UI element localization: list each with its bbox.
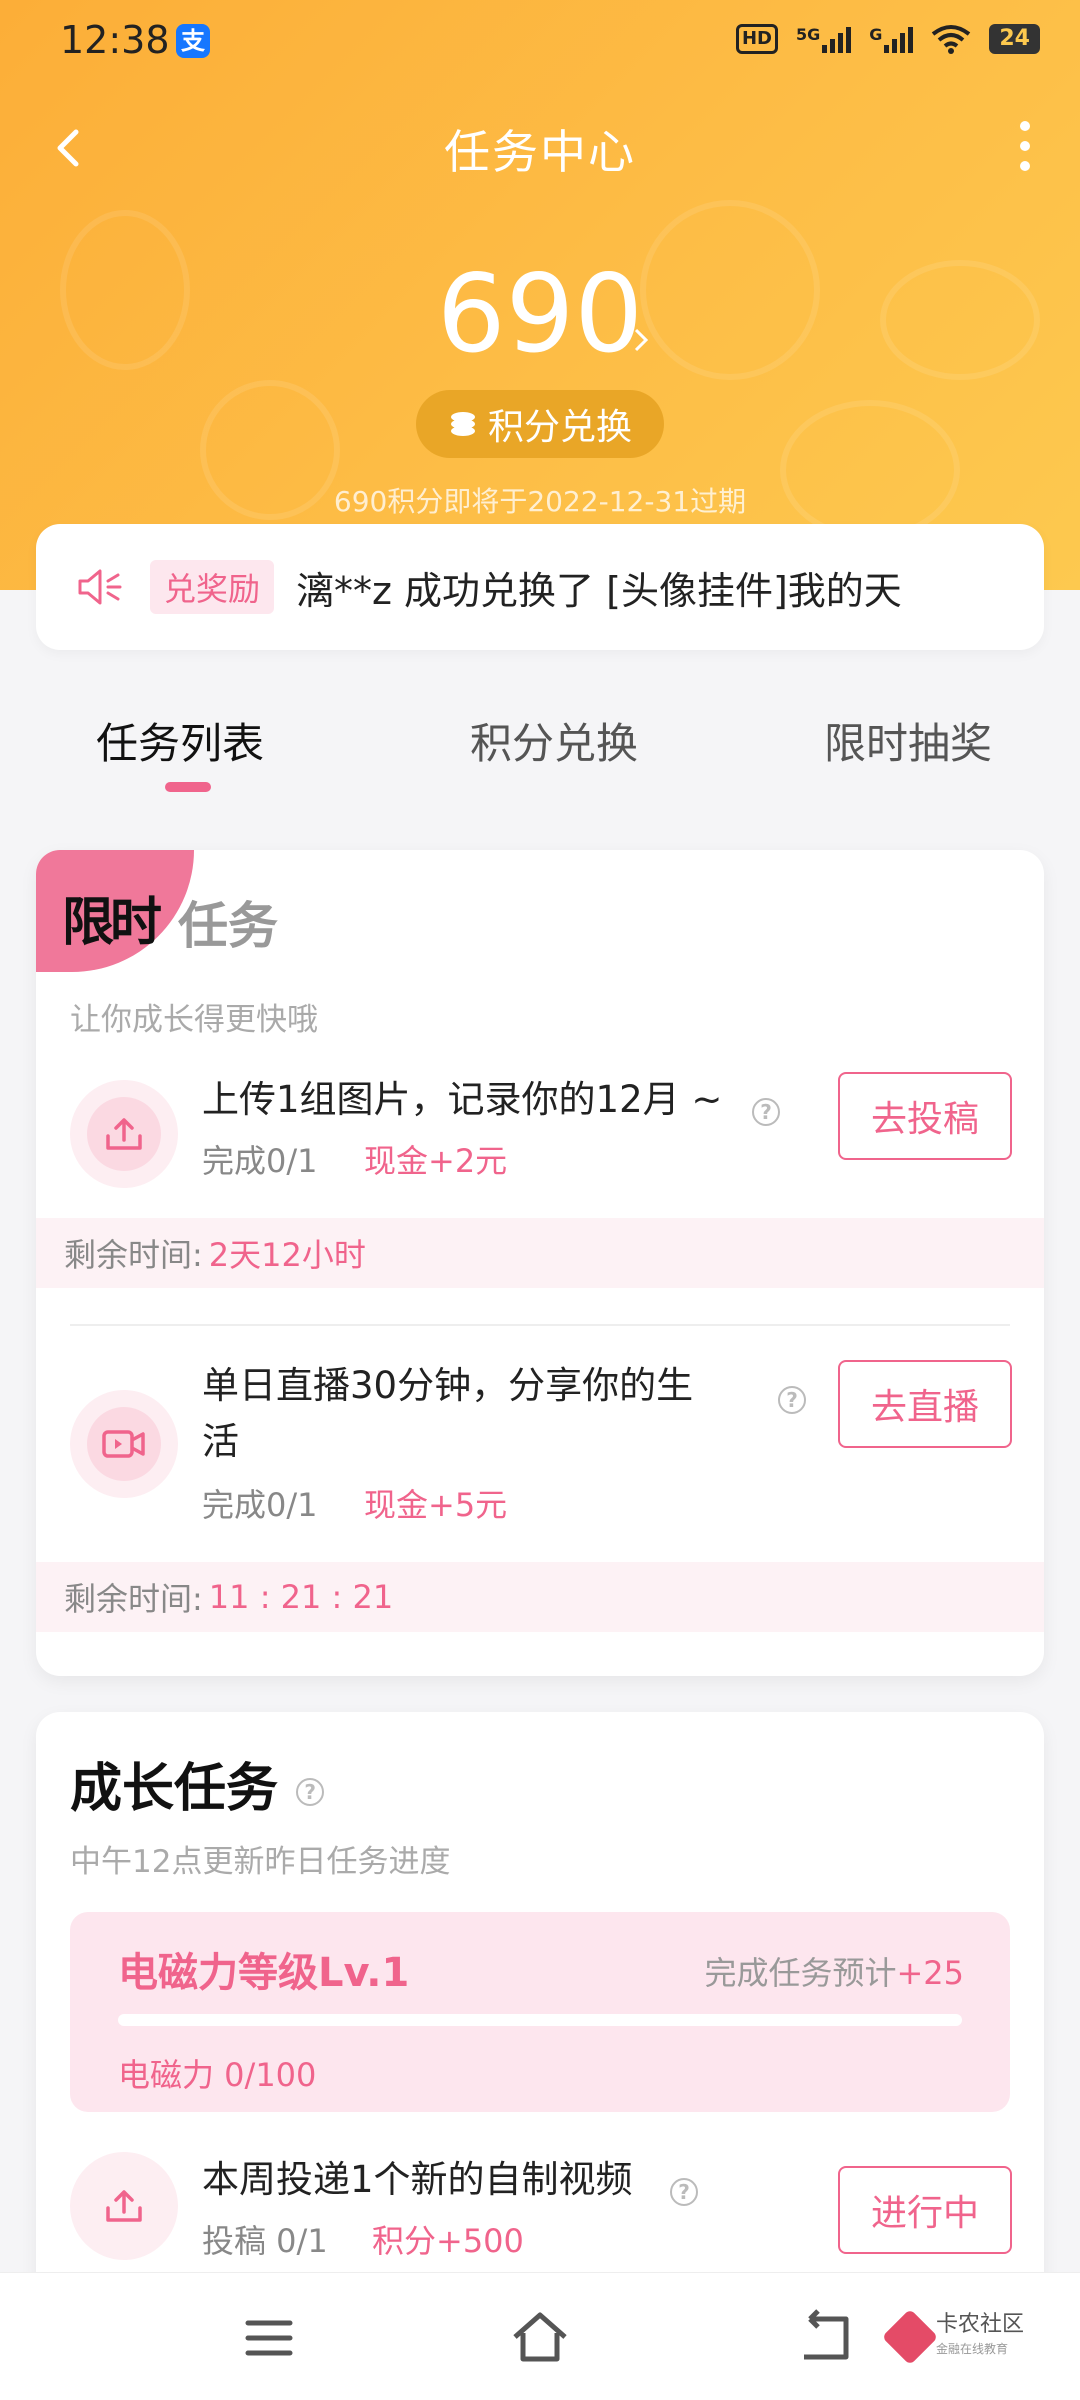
upload-icon bbox=[106, 1118, 142, 1150]
tab-indicator bbox=[165, 782, 211, 792]
task-reward: 积分+500 bbox=[372, 2222, 524, 2260]
status-bar: 12:38 支 HD 5G G 24 bbox=[0, 0, 1080, 86]
page-title: 任务中心 bbox=[444, 125, 636, 179]
hd-icon: HD bbox=[735, 24, 778, 54]
task-icon-upload bbox=[70, 2152, 178, 2260]
home-icon[interactable] bbox=[505, 2303, 575, 2373]
remaining-value: 2天12小时 bbox=[208, 1236, 366, 1274]
limited-card-title: 任务 bbox=[178, 897, 278, 955]
back-icon[interactable] bbox=[790, 2303, 860, 2373]
task-reward: 现金+5元 bbox=[364, 1486, 508, 1524]
in-progress-button[interactable]: 进行中 bbox=[838, 2166, 1012, 2254]
remaining-value: 11 : 21 : 21 bbox=[208, 1578, 394, 1616]
kanong-logo-icon bbox=[881, 2308, 939, 2366]
growth-task-card: 成长任务 ? 中午12点更新昨日任务进度 电磁力等级Lv.1 完成任务预计+25… bbox=[36, 1712, 1044, 2312]
wifi-icon bbox=[932, 25, 971, 54]
growth-card-title: 成长任务 ? bbox=[70, 1746, 325, 1821]
signal-5g-icon: 5G bbox=[795, 25, 852, 53]
remaining-label: 剩余时间: bbox=[64, 1580, 203, 1618]
points-exchange-button[interactable]: 积分兑换 bbox=[416, 390, 664, 458]
tab-lottery[interactable]: 限时抽奖 bbox=[824, 710, 992, 771]
speaker-icon bbox=[78, 569, 122, 605]
network-5g-label: 5G bbox=[795, 25, 821, 44]
video-camera-icon bbox=[102, 1430, 145, 1458]
watermark: 卡农社区金融在线教育 bbox=[881, 2308, 1024, 2366]
signal-g-icon: G bbox=[869, 25, 914, 53]
help-icon[interactable]: ? bbox=[670, 2178, 698, 2206]
reward-tag: 兑奖励 bbox=[150, 560, 275, 614]
limited-card-subtitle: 让你成长得更快哦 bbox=[70, 1002, 318, 1038]
status-icons: HD 5G G 24 bbox=[735, 24, 1040, 54]
level-panel: 电磁力等级Lv.1 完成任务预计+25 电磁力 0/100 bbox=[70, 1912, 1010, 2112]
limited-badge: 限时 bbox=[62, 893, 162, 953]
watermark-text: 卡农社区金融在线教育 bbox=[936, 2313, 1024, 2361]
network-g-label: G bbox=[869, 25, 883, 44]
more-icon[interactable] bbox=[1000, 116, 1050, 176]
remaining-time: 剩余时间: 2天12小时 bbox=[36, 1218, 1044, 1288]
alipay-icon: 支 bbox=[176, 24, 210, 58]
task-title: 本周投递1个新的自制视频 bbox=[202, 2158, 633, 2201]
limited-task-card: 限时 任务 让你成长得更快哦 上传1组图片，记录你的12月 ~ ? 完成0/1 … bbox=[36, 850, 1044, 1676]
announcement-text: 漓**z 成功兑换了 [头像挂件]我的天 bbox=[296, 568, 902, 613]
task-title: 上传1组图片，记录你的12月 ~ bbox=[202, 1078, 723, 1121]
level-hint: 完成任务预计+25 bbox=[704, 1948, 964, 1994]
level-progress-text: 电磁力 0/100 bbox=[118, 2056, 317, 2094]
exchange-label: 积分兑换 bbox=[487, 407, 632, 448]
level-name: 电磁力等级Lv.1 bbox=[118, 1950, 410, 1996]
battery-icon: 24 bbox=[989, 24, 1040, 54]
growth-card-subtitle: 中午12点更新昨日任务进度 bbox=[70, 1844, 451, 1880]
watermark-name: 卡农社区 bbox=[935, 2312, 1024, 2337]
task-progress: 投稿 0/1 bbox=[202, 2222, 328, 2260]
watermark-sub: 金融在线教育 bbox=[935, 2342, 1008, 2356]
points-expire-text: 690积分即将于2022-12-31过期 bbox=[333, 485, 747, 518]
nav-bar: 任务中心 bbox=[0, 100, 1080, 190]
submit-post-button[interactable]: 去投稿 bbox=[838, 1072, 1012, 1160]
task-icon-upload bbox=[70, 1080, 178, 1188]
level-progress-bar bbox=[118, 2014, 962, 2026]
help-icon[interactable]: ? bbox=[778, 1386, 806, 1414]
level-hint-text: 完成任务预计 bbox=[704, 1954, 897, 1992]
system-nav-bar: 卡农社区金融在线教育 bbox=[0, 2272, 1080, 2400]
growth-title-text: 成长任务 bbox=[70, 1759, 279, 1819]
task-title-line1: 单日直播30分钟，分享你的生 bbox=[202, 1364, 694, 1407]
upload-icon bbox=[106, 2190, 142, 2222]
divider bbox=[70, 1324, 1010, 1326]
remaining-time: 剩余时间: 11 : 21 : 21 bbox=[36, 1562, 1044, 1632]
task-icon-video bbox=[70, 1390, 178, 1498]
tab-task-list[interactable]: 任务列表 bbox=[96, 710, 264, 771]
announcement-bar[interactable]: 兑奖励 漓**z 成功兑换了 [头像挂件]我的天 bbox=[36, 524, 1044, 650]
chevron-right-icon[interactable] bbox=[630, 320, 654, 360]
tab-points-exchange[interactable]: 积分兑换 bbox=[470, 710, 638, 771]
task-reward: 现金+2元 bbox=[364, 1142, 508, 1180]
status-time: 12:38 bbox=[60, 18, 170, 62]
level-hint-value: +25 bbox=[896, 1954, 964, 1992]
task-progress: 完成0/1 bbox=[202, 1486, 318, 1524]
remaining-label: 剩余时间: bbox=[64, 1236, 203, 1274]
menu-icon[interactable] bbox=[234, 2303, 304, 2373]
task-title-line2: 活 bbox=[202, 1420, 239, 1463]
help-icon[interactable]: ? bbox=[296, 1778, 325, 1806]
coins-icon bbox=[450, 412, 475, 436]
task-progress: 完成0/1 bbox=[202, 1142, 318, 1180]
tab-bar: 任务列表 积分兑换 限时抽奖 bbox=[0, 690, 1080, 800]
go-live-button[interactable]: 去直播 bbox=[838, 1360, 1012, 1448]
points-value[interactable]: 690 bbox=[0, 255, 1080, 375]
help-icon[interactable]: ? bbox=[752, 1098, 780, 1126]
